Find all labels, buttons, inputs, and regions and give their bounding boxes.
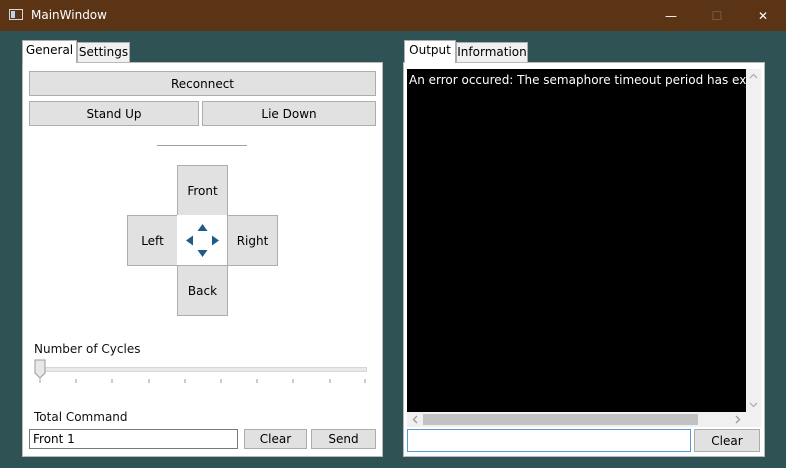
lie-down-button[interactable]: Lie Down <box>202 101 376 126</box>
clear-output-button[interactable]: Clear <box>694 429 760 452</box>
total-command-label: Total Command <box>34 410 128 424</box>
scroll-left-icon[interactable] <box>412 415 418 424</box>
horizontal-scrollbar[interactable] <box>407 412 746 427</box>
app-window-icon <box>9 9 23 20</box>
maximize-button[interactable]: ☐ <box>694 0 740 31</box>
close-button[interactable]: ✕ <box>740 0 786 31</box>
cycles-label: Number of Cycles <box>34 342 141 356</box>
move-arrows-icon <box>177 215 228 266</box>
total-command-input[interactable]: Front 1 <box>29 429 238 449</box>
scrollbar-corner <box>746 412 761 427</box>
general-panel: Reconnect Stand Up Lie Down Front Left R… <box>22 62 383 457</box>
slider-thumb[interactable] <box>34 359 46 379</box>
vertical-scrollbar[interactable] <box>746 69 761 412</box>
minimize-button[interactable]: — <box>648 0 694 31</box>
output-command-input[interactable] <box>407 429 691 452</box>
horizontal-scroll-thumb[interactable] <box>423 414 698 425</box>
back-button[interactable]: Back <box>177 265 228 316</box>
scroll-up-icon[interactable] <box>749 73 758 79</box>
slider-ticks <box>39 379 366 383</box>
output-text: An error occured: The semaphore timeout … <box>409 73 746 87</box>
output-panel: An error occured: The semaphore timeout … <box>403 62 765 457</box>
clear-command-button[interactable]: Clear <box>244 429 307 449</box>
scroll-right-icon[interactable] <box>735 415 741 424</box>
tab-general[interactable]: General <box>22 40 77 63</box>
slider-track <box>38 367 367 372</box>
tab-settings[interactable]: Settings <box>77 42 130 63</box>
left-button[interactable]: Left <box>127 215 178 266</box>
cycles-slider[interactable] <box>34 359 367 385</box>
reconnect-button[interactable]: Reconnect <box>29 71 376 96</box>
output-console[interactable]: An error occured: The semaphore timeout … <box>407 69 746 412</box>
tab-information[interactable]: Information <box>456 42 528 63</box>
tab-output[interactable]: Output <box>404 40 456 63</box>
stand-up-button[interactable]: Stand Up <box>29 101 199 126</box>
window-title: MainWindow <box>31 8 107 22</box>
title-bar[interactable]: MainWindow — ☐ ✕ <box>0 0 786 31</box>
right-button[interactable]: Right <box>227 215 278 266</box>
scroll-down-icon[interactable] <box>749 402 758 408</box>
front-button[interactable]: Front <box>177 165 228 216</box>
send-button[interactable]: Send <box>311 429 376 449</box>
separator-line <box>157 145 247 146</box>
